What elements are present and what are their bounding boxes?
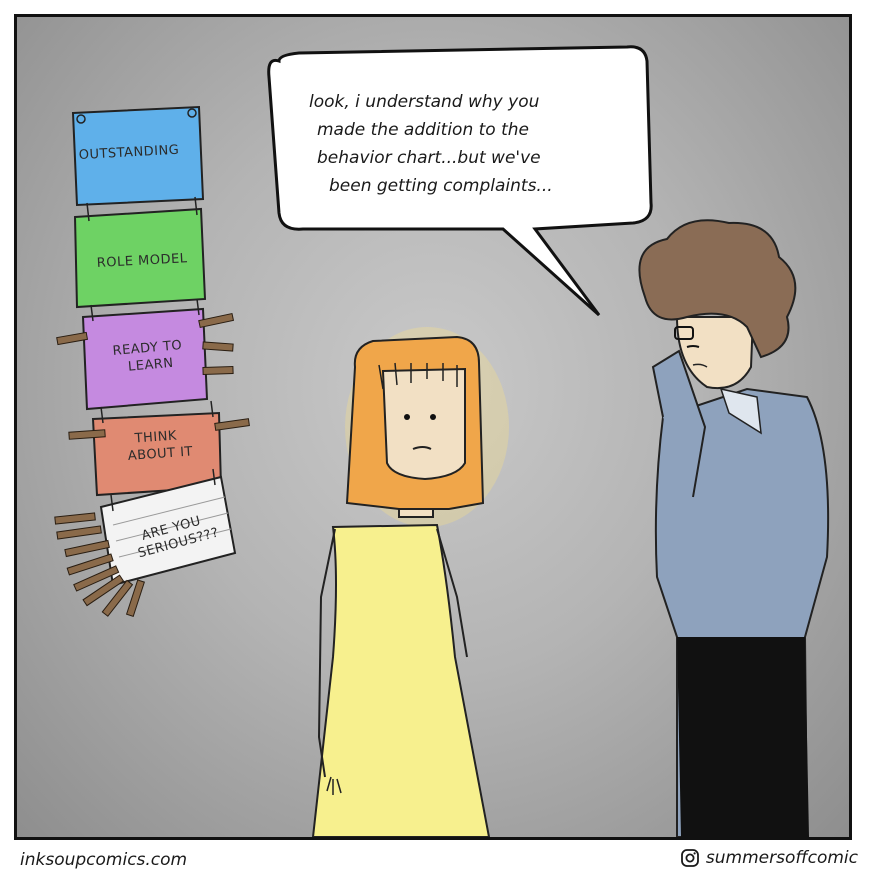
- chart-card-role-model: ROLE MODEL: [73, 196, 207, 309]
- behavior-chart: OUTSTANDING ROLE MODEL READY TO LEARN TH…: [54, 105, 250, 617]
- girl-character: [311, 327, 509, 837]
- instagram-credit: summersoffcomic: [680, 848, 858, 868]
- chart-card-outstanding: OUTSTANDING: [71, 105, 205, 207]
- comic-illustration: OUTSTANDING ROLE MODEL READY TO LEARN TH…: [54, 45, 830, 837]
- comic-panel: OUTSTANDING ROLE MODEL READY TO LEARN TH…: [14, 14, 852, 840]
- site-credit: inksoupcomics.com: [20, 850, 188, 870]
- instagram-handle: summersoffcomic: [705, 848, 858, 868]
- chart-card-ready-to-learn: READY TO LEARN: [81, 298, 209, 411]
- teacher-character: [638, 219, 830, 837]
- speech-bubble: look, i understand why you made the addi…: [267, 45, 653, 317]
- instagram-icon: [680, 849, 699, 867]
